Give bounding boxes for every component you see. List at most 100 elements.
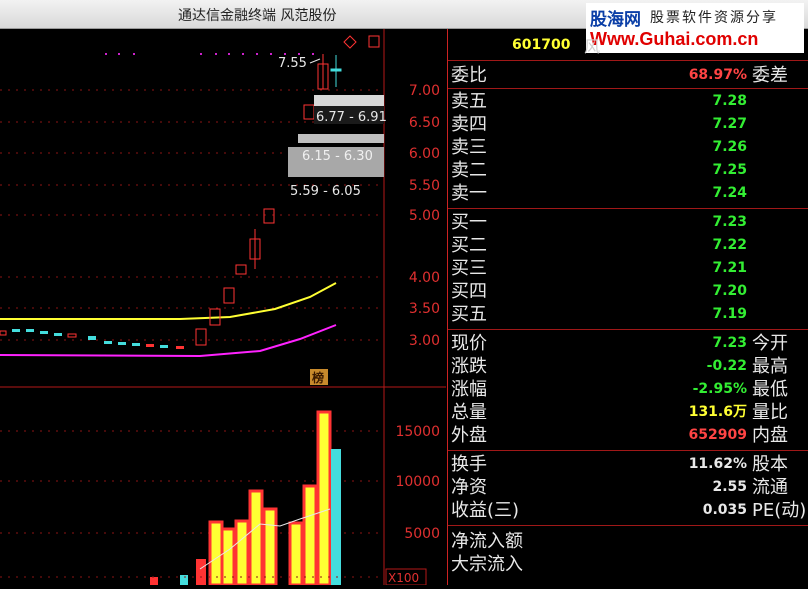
rank-badge-label: 榜 <box>312 370 324 385</box>
buy-row[interactable]: 买四 7.20 <box>448 280 808 303</box>
buy-price: 7.20 <box>712 283 747 299</box>
sell-row[interactable]: 卖二 7.25 <box>448 159 808 182</box>
weibi-row: 委比 68.97% 委差 <box>448 64 808 87</box>
buy-label: 买一 <box>451 212 487 233</box>
stat-row: 涨幅 -2.95% 最低 <box>448 378 808 401</box>
sell-price: 7.25 <box>712 162 747 178</box>
buy-price: 7.21 <box>712 260 747 276</box>
divider <box>448 525 808 526</box>
volume-tick: 10000 <box>395 474 440 490</box>
flow-label: 净流入额 <box>451 531 523 552</box>
rising-candles <box>195 54 329 346</box>
last-candle <box>330 55 342 87</box>
sell-row[interactable]: 卖五 7.28 <box>448 90 808 113</box>
high-price-pointer <box>309 58 321 64</box>
divider <box>448 208 808 209</box>
buy-row[interactable]: 买一 7.23 <box>448 211 808 234</box>
flat-candles <box>0 329 184 349</box>
chip-bands <box>288 95 384 177</box>
buy-price: 7.22 <box>712 237 747 253</box>
sell-row[interactable]: 卖四 7.27 <box>448 113 808 136</box>
stat-label2: 最低 <box>752 379 788 400</box>
stat-label2: 股本 <box>752 454 788 475</box>
stat-row: 外盘 652909 内盘 <box>448 424 808 447</box>
stat-label2: 流通 <box>752 477 788 498</box>
stat-label: 涨幅 <box>451 379 487 400</box>
flow-row: 净流入额 <box>448 530 808 553</box>
ma-yellow-line <box>0 282 337 320</box>
buy-row[interactable]: 买三 7.21 <box>448 257 808 280</box>
price-tick: 3.00 <box>409 333 440 349</box>
window-title: 通达信金融终端 风范股份 <box>178 8 337 24</box>
stat-label: 换手 <box>451 454 487 475</box>
watermark-slogan: 股票软件资源分享 <box>650 10 778 26</box>
divider <box>448 60 808 61</box>
volume-axis: 15000 10000 5000 <box>395 424 440 542</box>
watermark-brand: 股海网 <box>590 10 641 30</box>
sell-price: 7.27 <box>712 116 747 132</box>
stat-row: 净资 2.55 流通 <box>448 476 808 499</box>
stat-label2: 内盘 <box>752 425 788 446</box>
buy-label: 买四 <box>451 281 487 302</box>
sell-label: 卖三 <box>451 137 487 158</box>
sell-price: 7.24 <box>712 185 747 201</box>
buy-price: 7.23 <box>712 214 747 230</box>
stat-label: 外盘 <box>451 425 487 446</box>
buy-label: 买五 <box>451 304 487 325</box>
stat-value: 11.62% <box>688 456 747 472</box>
sell-label: 卖二 <box>451 160 487 181</box>
sell-label: 卖一 <box>451 183 487 204</box>
kline-svg[interactable]: 7.00 6.50 6.00 5.50 5.00 4.00 3.50 3.00 … <box>0 29 446 587</box>
stat-label2: 量比 <box>752 402 788 423</box>
buy-row[interactable]: 买五 7.19 <box>448 303 808 326</box>
buy-label: 买二 <box>451 235 487 256</box>
buy-row[interactable]: 买二 7.22 <box>448 234 808 257</box>
price-tick: 6.00 <box>409 146 440 162</box>
flow-row: 大宗流入 <box>448 553 808 576</box>
stat-value: 0.035 <box>702 502 747 518</box>
stat-row: 总量 131.6万 量比 <box>448 401 808 424</box>
kline-chart-area[interactable]: 7.00 6.50 6.00 5.50 5.00 4.00 3.50 3.00 … <box>0 29 446 587</box>
buy-label: 买三 <box>451 258 487 279</box>
weicha-label: 委差 <box>752 65 788 86</box>
stat-row: 换手 11.62% 股本 <box>448 453 808 476</box>
square-marker-icon[interactable] <box>368 35 380 48</box>
stat-label2: PE(动) <box>752 500 807 521</box>
price-axis: 7.00 6.50 6.00 5.50 5.00 4.00 3.50 3.00 <box>409 83 440 349</box>
sell-label: 卖五 <box>451 91 487 112</box>
stat-label: 收益(三) <box>451 500 520 521</box>
divider <box>448 450 808 451</box>
chip-band-label: 6.15 - 6.30 <box>302 149 373 164</box>
sell-row[interactable]: 卖三 7.26 <box>448 136 808 159</box>
stat-row: 收益(三) 0.035 PE(动) <box>448 499 808 522</box>
sell-price: 7.28 <box>712 93 747 109</box>
stat-value: -2.95% <box>692 381 747 397</box>
high-price-label: 7.55 <box>278 56 307 71</box>
stat-label: 总量 <box>451 402 487 423</box>
price-tick: 5.50 <box>409 178 440 194</box>
chip-band-label: 5.59 - 6.05 <box>290 184 361 199</box>
stat-value: 652909 <box>688 427 747 443</box>
divider <box>448 88 808 89</box>
signal-dots <box>105 53 314 55</box>
quote-panel: 601700 风 委比 68.97% 委差 卖五 7.28 卖四 7.27 卖三… <box>447 29 808 585</box>
stat-label2: 今开 <box>752 333 788 354</box>
price-tick: 7.00 <box>409 83 440 99</box>
flow-label: 大宗流入 <box>451 554 523 575</box>
chip-band-label: 6.77 - 6.91 <box>316 110 387 125</box>
weibi-label: 委比 <box>451 65 487 86</box>
sell-label: 卖四 <box>451 114 487 135</box>
stat-value: 2.55 <box>712 479 747 495</box>
stat-label2: 最高 <box>752 356 788 377</box>
stat-row: 现价 7.23 今开 <box>448 332 808 355</box>
stock-name: 风 <box>584 37 601 56</box>
diamond-marker-icon[interactable] <box>343 35 357 49</box>
stat-value: 7.23 <box>712 335 747 351</box>
volume-bars <box>150 410 341 587</box>
sell-row[interactable]: 卖一 7.24 <box>448 182 808 205</box>
stat-value: -0.22 <box>706 358 747 374</box>
volume-tick: 5000 <box>404 526 440 542</box>
price-tick: 5.00 <box>409 208 440 224</box>
weibi-value: 68.97% <box>688 67 747 83</box>
sell-price: 7.26 <box>712 139 747 155</box>
